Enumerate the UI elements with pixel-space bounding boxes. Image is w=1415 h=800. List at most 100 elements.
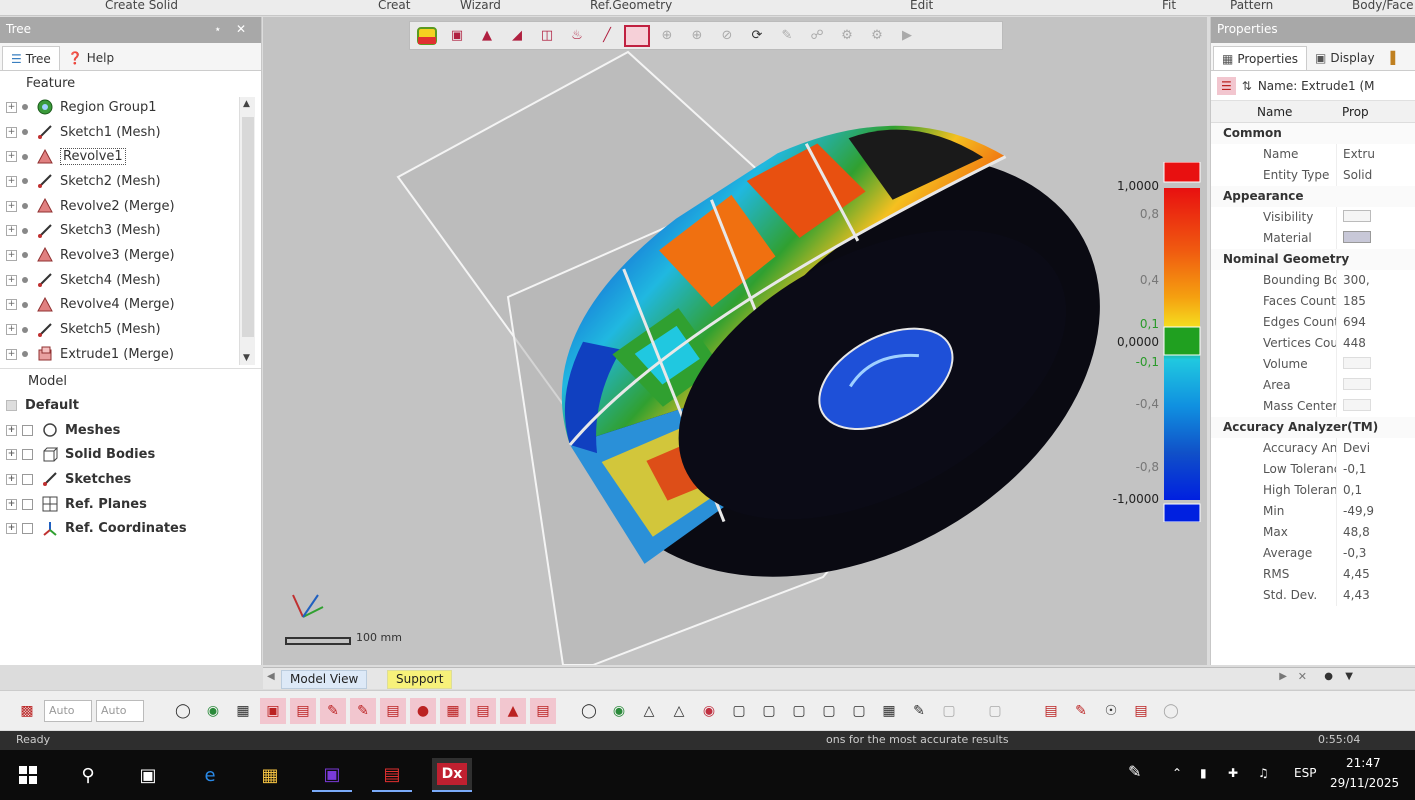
tool-18-icon[interactable]: ▢ [786,698,812,724]
tab-display[interactable]: ▣ Display [1307,46,1383,70]
tool-3-icon[interactable]: ✎ [320,697,346,724]
save-app-icon[interactable]: ▣ [312,758,352,792]
tab-scroll-right-icon[interactable]: ▶ [1279,671,1287,682]
model-item-solid-bodies[interactable]: + Solid Bodies [0,442,261,467]
scroll-down-icon[interactable]: ▼ [243,353,250,363]
tree-item-region-group1[interactable]: + Region Group1 [0,95,261,120]
line-icon[interactable]: ╱ [594,25,620,47]
tool-29-icon[interactable]: ◯ [1158,698,1184,724]
categorized-icon[interactable]: ☰ [1217,76,1236,95]
prop-row-rms[interactable]: RMS 4,45 [1211,564,1415,585]
tool-23-icon[interactable]: ▢ [936,698,962,724]
tool-12-icon[interactable]: ◉ [606,698,632,724]
expand-icon[interactable]: + [6,225,17,237]
ribbon-group-creat[interactable]: Creat [378,0,411,12]
ribbon-group-create-solid[interactable]: Create Solid [105,0,178,12]
prop-row-low-tolerance[interactable]: Low Tolerance-0,1 [1211,459,1415,480]
tree-item-sketch5[interactable]: + Sketch5 (Mesh) [0,317,261,342]
visibility-dot-icon[interactable] [22,129,28,136]
category-accuracy-analyzer[interactable]: Accuracy Analyzer(TM) [1211,417,1415,438]
tree-item-sketch4[interactable]: + Sketch4 (Mesh) [0,268,261,293]
tool-4-icon[interactable]: ✎ [350,697,376,724]
tool-14-icon[interactable]: △ [666,698,692,724]
visibility-dot-icon[interactable] [22,227,28,234]
prop-row-vertices-count[interactable]: Vertices Count448 [1211,333,1415,354]
dim-5-icon[interactable]: ☍ [804,25,830,47]
expand-icon[interactable]: + [6,498,17,510]
visibility-checkbox[interactable] [22,498,33,510]
visibility-dot-icon[interactable] [22,277,28,284]
dim-7-icon[interactable]: ⚙ [864,25,890,47]
category-common[interactable]: Common [1211,123,1415,144]
windows-start-icon[interactable] [8,758,48,792]
expand-icon[interactable]: + [6,249,17,261]
tree-item-sketch2[interactable]: + Sketch2 (Mesh) [0,169,261,194]
tool-22-icon[interactable]: ✎ [906,698,932,724]
prop-row-name[interactable]: Name Extru [1211,144,1415,165]
prop-row-std-dev[interactable]: Std. Dev. 4,43 [1211,585,1415,606]
tree-item-revolve1[interactable]: + Revolve1 [0,144,261,169]
visibility-toggle[interactable] [1336,207,1415,228]
material-swatch[interactable] [1336,228,1415,249]
deviation-map-render[interactable] [263,17,1207,665]
tool-7-icon[interactable]: ▦ [440,697,466,724]
scroll-up-icon[interactable]: ▲ [243,99,250,109]
selection-box-icon[interactable] [624,24,650,47]
tree-item-revolve2[interactable]: + Revolve2 (Merge) [0,194,261,219]
globe-icon[interactable]: ◉ [200,698,226,724]
prop-row-edges-count[interactable]: Edges Count 694 [1211,312,1415,333]
prop-row-average[interactable]: Average -0,3 [1211,543,1415,564]
tab-scroll-left-icon[interactable]: ◀ [267,671,275,682]
rotate-icon[interactable]: ⟳ [744,25,770,47]
dim-4-icon[interactable]: ✎ [774,25,800,47]
split-view-icon[interactable]: ◫ [534,25,560,47]
tool-24-icon[interactable]: ▢ [982,698,1008,724]
deviation-color-bar[interactable] [1163,161,1201,523]
tool-8-icon[interactable]: ▤ [470,697,496,724]
prop-row-faces-count[interactable]: Faces Count 185 [1211,291,1415,312]
expand-icon[interactable]: + [6,324,17,336]
grid-icon[interactable]: ▦ [230,698,256,724]
people-icon[interactable]: ✎ [1128,762,1141,781]
visibility-dot-icon[interactable] [22,203,28,210]
expand-icon[interactable]: + [6,126,17,138]
tool-11-icon[interactable]: ◯ [576,698,602,724]
region-icon[interactable]: ◯ [170,698,196,724]
prop-row-accuracy-analyzer[interactable]: Accuracy Analyz...Devi [1211,438,1415,459]
select-mode-icon[interactable]: ▩ [14,698,40,724]
expand-icon[interactable]: + [6,274,17,286]
visibility-checkbox[interactable] [22,523,33,535]
material-icon[interactable]: ♨ [564,25,590,47]
tool-27-icon[interactable]: ☉ [1098,698,1124,724]
mass-center-button[interactable] [1336,396,1415,417]
ribbon-group-edit[interactable]: Edit [910,0,933,12]
area-button[interactable] [1336,375,1415,396]
model-item-meshes[interactable]: + Meshes [0,418,261,443]
tab-chart[interactable]: ▌ [1383,46,1408,70]
model-item-ref-coordinates[interactable]: + Ref. Coordinates [0,516,261,541]
dim-2-icon[interactable]: ⊕ [684,25,710,47]
battery-icon[interactable]: ▮ [1200,766,1207,780]
tool-19-icon[interactable]: ▢ [816,698,842,724]
tool-15-icon[interactable]: ◉ [696,698,722,724]
visibility-checkbox[interactable] [22,449,33,461]
expand-icon[interactable]: + [6,473,17,485]
prop-row-visibility[interactable]: Visibility [1211,207,1415,228]
search-icon[interactable]: ⚲ [68,758,108,792]
close-icon[interactable]: ✕ [236,22,246,36]
prop-row-material[interactable]: Material [1211,228,1415,249]
volume-icon[interactable]: ♫ [1258,766,1269,780]
expand-icon[interactable]: + [6,299,17,311]
edge-icon[interactable]: e [190,758,230,792]
expand-icon[interactable]: + [6,101,17,113]
scrollbar-thumb[interactable] [242,117,254,337]
file-explorer-icon[interactable]: ▦ [250,758,290,792]
prop-row-max[interactable]: Max 48,8 [1211,522,1415,543]
3d-viewport[interactable]: ▣ ▲ ◢ ◫ ♨ ╱ ⊕ ⊕ ⊘ ⟳ ✎ ☍ ⚙ ⚙ ▶ 1,0000 0,8… [263,17,1207,665]
view-cube-icon[interactable]: ▣ [444,25,470,47]
selection-filter-select[interactable]: Auto [44,699,92,722]
dim-8-icon[interactable]: ▶ [894,25,920,47]
ribbon-group-fit[interactable]: Fit [1162,0,1176,12]
expand-icon[interactable]: + [6,348,17,360]
tree-item-sketch3[interactable]: + Sketch3 (Mesh) [0,218,261,243]
